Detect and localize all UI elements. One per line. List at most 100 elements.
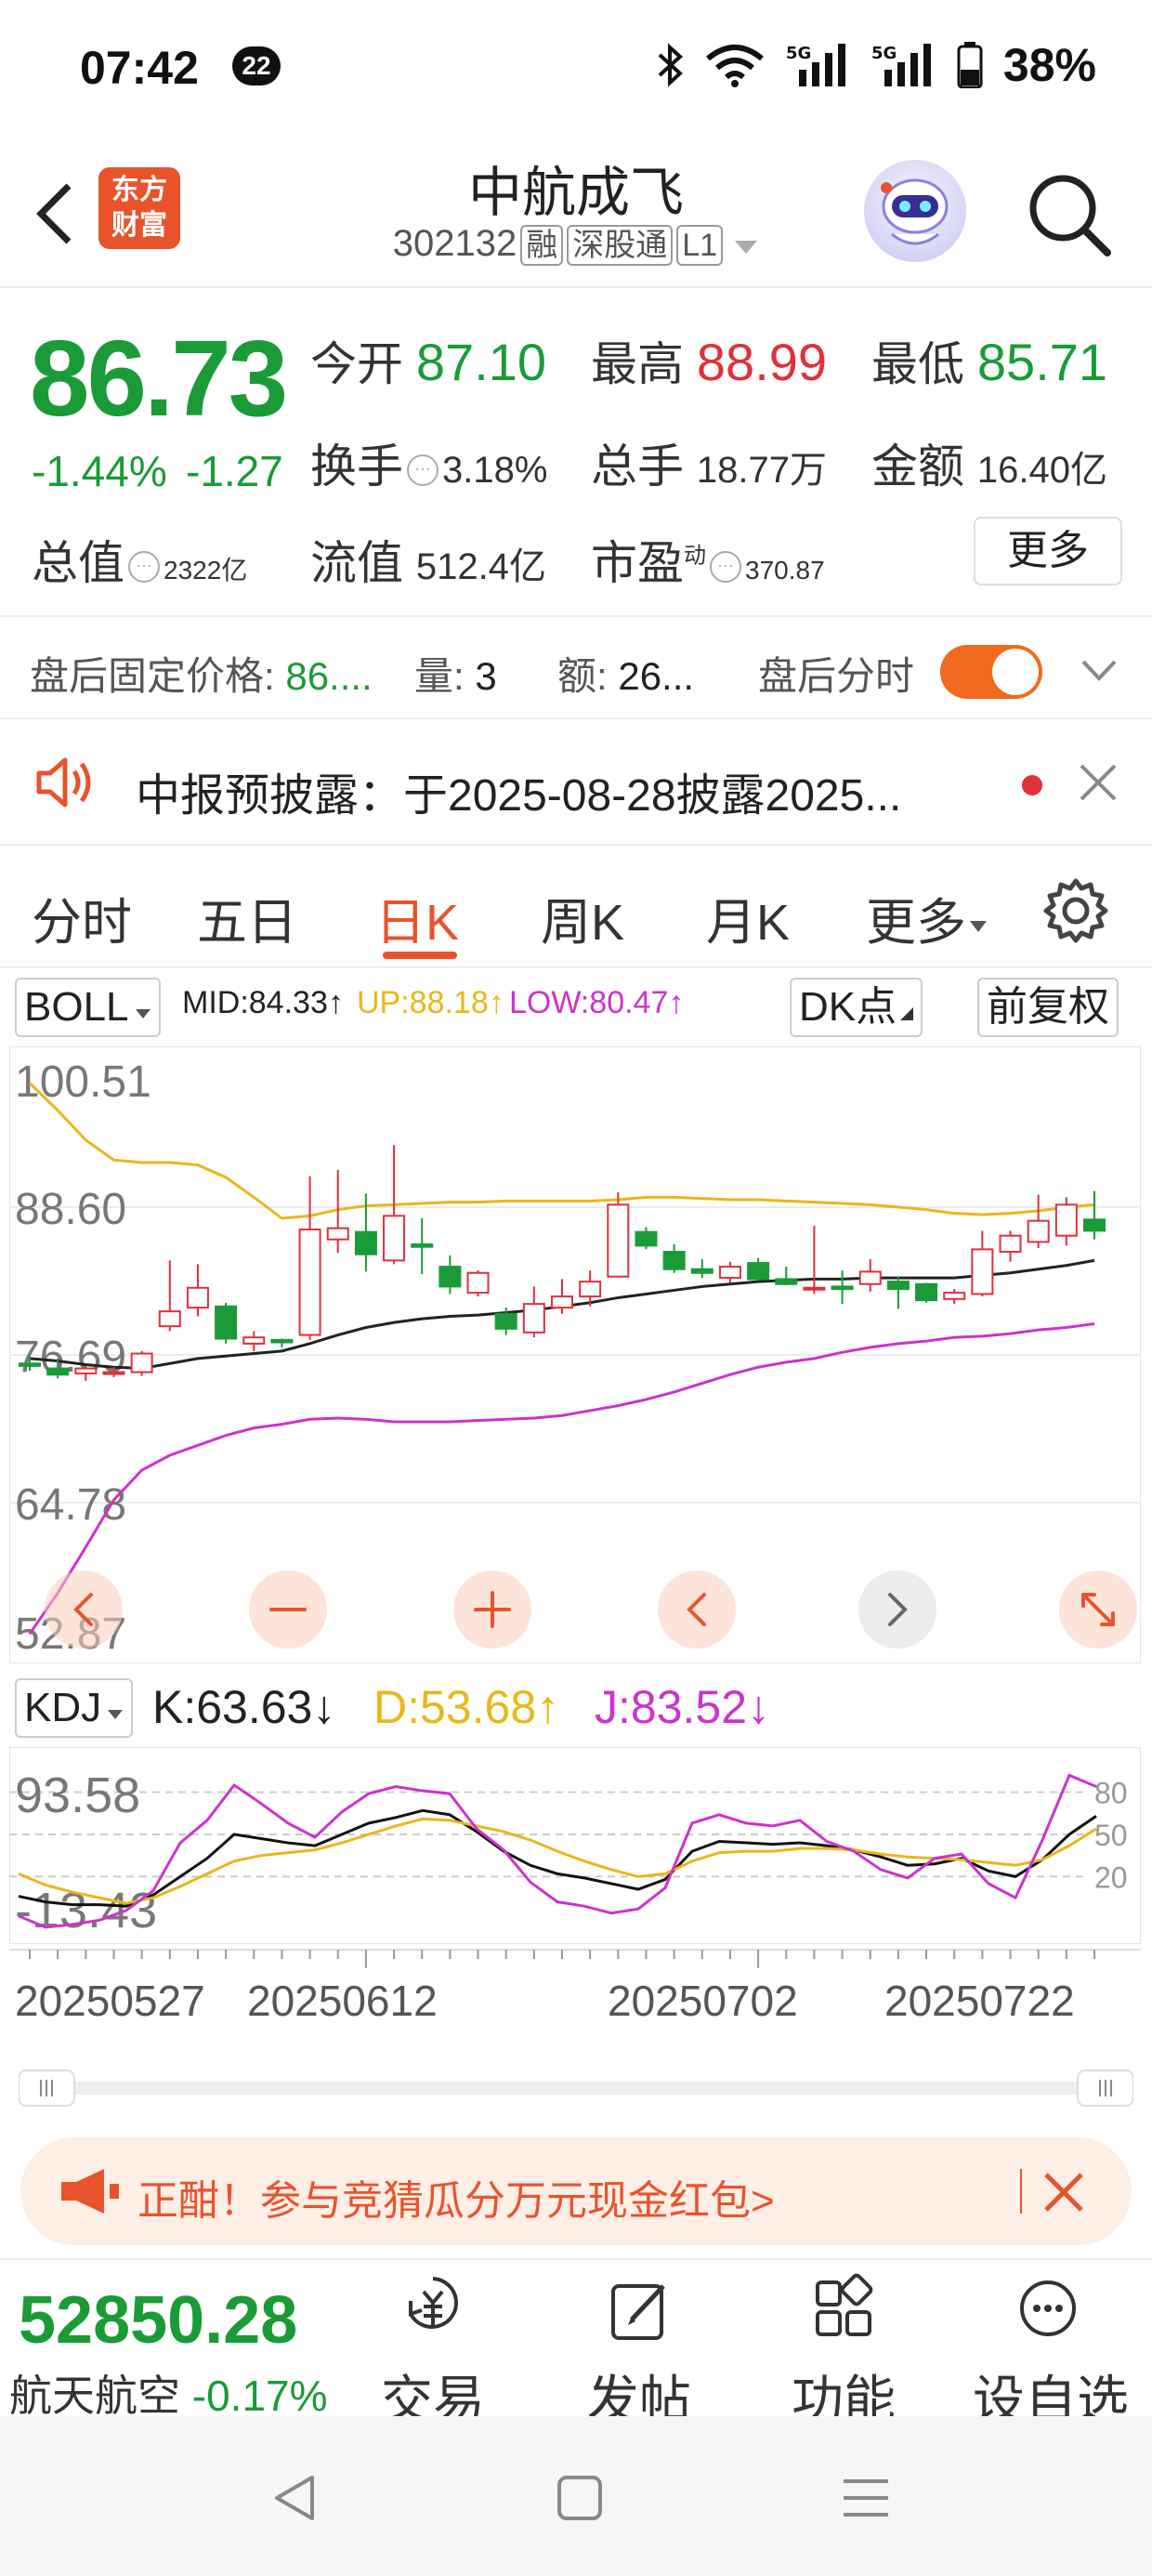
pe-dynamic-sup: 动 xyxy=(684,543,706,569)
mktcap-value: 2322亿 xyxy=(164,556,248,585)
candle-body xyxy=(242,1336,266,1345)
announcement-bar[interactable]: 中报预披露：于2025-08-28披露2025... xyxy=(0,719,1152,846)
tab-five-day[interactable]: 五日 xyxy=(197,881,297,954)
zoom-out-button[interactable] xyxy=(249,1571,327,1649)
pe-value: 370.87 xyxy=(745,556,825,585)
trade-button[interactable]: 交易 xyxy=(368,2273,498,2429)
more-info-icon[interactable]: ··· xyxy=(407,453,439,486)
pan-left-button[interactable] xyxy=(658,1571,736,1649)
caret-down-icon xyxy=(108,1710,124,1719)
more-button[interactable]: 更多 xyxy=(974,517,1122,585)
float-label: 流值 xyxy=(310,537,403,589)
volume-label: 总手 xyxy=(591,440,684,493)
chevron-down-icon[interactable] xyxy=(1078,654,1120,688)
active-tab-indicator xyxy=(383,952,457,959)
candle-body xyxy=(971,1248,994,1295)
candle-body xyxy=(803,1286,826,1291)
candle-body xyxy=(158,1310,181,1328)
caret-down-icon xyxy=(135,1009,151,1019)
kdj-chart[interactable]: 80 50 20 93.58 -13.43 xyxy=(9,1747,1141,1944)
indicator-select[interactable]: BOLL xyxy=(15,978,161,1037)
margin-tag: 融 xyxy=(520,225,564,266)
promo-text: 正酣！参与竞猜瓜分万元现金红包> xyxy=(137,2178,775,2224)
pan-left-fast-bg xyxy=(45,1571,123,1649)
kdj-level-label: 80 xyxy=(1094,1777,1128,1810)
nav-home-icon[interactable] xyxy=(556,2474,604,2522)
index-name-row[interactable]: 航天航空 -0.17% xyxy=(9,2362,328,2424)
after-vol-value: 3 xyxy=(475,654,497,698)
candle-body xyxy=(186,1286,209,1309)
tab-daily-k[interactable]: 日K xyxy=(375,881,459,954)
svg-text:5G: 5G xyxy=(871,44,897,63)
kdj-min-label: -13.43 xyxy=(15,1883,157,1939)
pe-field: 市盈动 ··· 370.87 xyxy=(591,526,825,593)
mktcap-label: 总值 xyxy=(32,537,124,589)
date-label: 20250612 xyxy=(247,1977,438,2025)
candle-body xyxy=(411,1243,434,1248)
caret-down-icon xyxy=(735,241,758,254)
caret-down-icon xyxy=(970,920,987,932)
candle-body xyxy=(298,1229,321,1336)
fullscreen-button[interactable] xyxy=(1059,1571,1137,1649)
tab-monthly-k[interactable]: 月K xyxy=(706,881,790,954)
close-icon[interactable] xyxy=(1042,2171,1085,2214)
date-label: 20250702 xyxy=(608,1977,798,2025)
zoom-in-button[interactable] xyxy=(453,1571,531,1649)
settings-gear-icon[interactable] xyxy=(1041,875,1111,946)
low-value: 85.71 xyxy=(976,333,1108,391)
function-button[interactable]: 功能 xyxy=(779,2273,909,2429)
candle-body xyxy=(747,1262,770,1281)
post-button[interactable]: 发帖 xyxy=(574,2273,704,2429)
kdj-name: KDJ xyxy=(24,1685,102,1730)
candle-body xyxy=(1054,1203,1078,1237)
adjust-price-button[interactable]: 前复权 xyxy=(977,978,1119,1037)
assistant-robot-avatar[interactable] xyxy=(864,160,966,262)
add-watchlist-button[interactable]: 设自选 xyxy=(973,2273,1141,2429)
signal-5g-icon-2: 5G xyxy=(871,44,931,86)
dk-point-button[interactable]: DK点 xyxy=(790,978,923,1037)
candle xyxy=(607,1191,630,1278)
amount-value: 16.40亿 xyxy=(976,450,1108,491)
pan-left-fast-button[interactable] xyxy=(45,1571,123,1649)
date-axis-ticks xyxy=(9,1949,1141,1968)
candle-body xyxy=(46,1367,70,1376)
pan-right-button[interactable] xyxy=(858,1571,936,1649)
sub-indicator-select[interactable]: KDJ xyxy=(15,1678,134,1738)
robot-icon xyxy=(881,178,949,245)
open-field: 今开 87.10 xyxy=(310,327,546,394)
range-scrollbar[interactable] xyxy=(19,2065,1133,2111)
wifi-icon xyxy=(706,45,764,87)
stock-sub-info[interactable]: 302132 融深股通 L1 xyxy=(0,223,1152,266)
boll-mid: MID:84.33↑ xyxy=(182,985,344,1020)
candle-body xyxy=(522,1303,545,1334)
candle-body xyxy=(494,1312,517,1330)
more-info-icon[interactable]: ··· xyxy=(710,550,741,583)
search-icon[interactable] xyxy=(1022,167,1115,260)
volume-field: 总手 18.77万 xyxy=(591,429,827,496)
nav-back-icon[interactable] xyxy=(269,2472,321,2524)
turnover-field: 换手 ··· 3.18% xyxy=(310,429,547,496)
indicator-name: BOLL xyxy=(24,984,129,1030)
svg-text:5G: 5G xyxy=(786,44,811,63)
after-volume: 量: 3 xyxy=(414,645,497,702)
float-value: 512.4亿 xyxy=(415,546,547,587)
candle-body xyxy=(999,1234,1022,1254)
after-hours-timeshare-label: 盘后分时 xyxy=(758,654,915,698)
after-hours-toggle[interactable] xyxy=(940,645,1042,699)
y-tick-label: 100.51 xyxy=(15,1058,151,1107)
close-icon[interactable] xyxy=(1078,762,1119,803)
candle-body xyxy=(466,1271,490,1295)
tab-intraday[interactable]: 分时 xyxy=(32,881,132,954)
candlestick-chart[interactable]: 100.5188.6076.6964.7852.87 xyxy=(9,1046,1141,1663)
speaker-icon xyxy=(36,757,91,808)
y-tick-label: 88.60 xyxy=(15,1185,126,1234)
promo-banner[interactable]: 正酣！参与竞猜瓜分万元现金红包> xyxy=(20,2137,1132,2245)
tab-more[interactable]: 更多 xyxy=(866,881,988,954)
pan-right-bg xyxy=(858,1571,936,1649)
tab-weekly-k[interactable]: 周K xyxy=(541,881,624,954)
battery-level: 38% xyxy=(1002,39,1096,91)
index-value[interactable]: 52850.28 xyxy=(19,2282,297,2359)
signal-5g-icon: 5G xyxy=(786,44,845,86)
nav-menu-icon[interactable] xyxy=(840,2476,892,2520)
more-info-icon[interactable]: ··· xyxy=(128,550,160,583)
